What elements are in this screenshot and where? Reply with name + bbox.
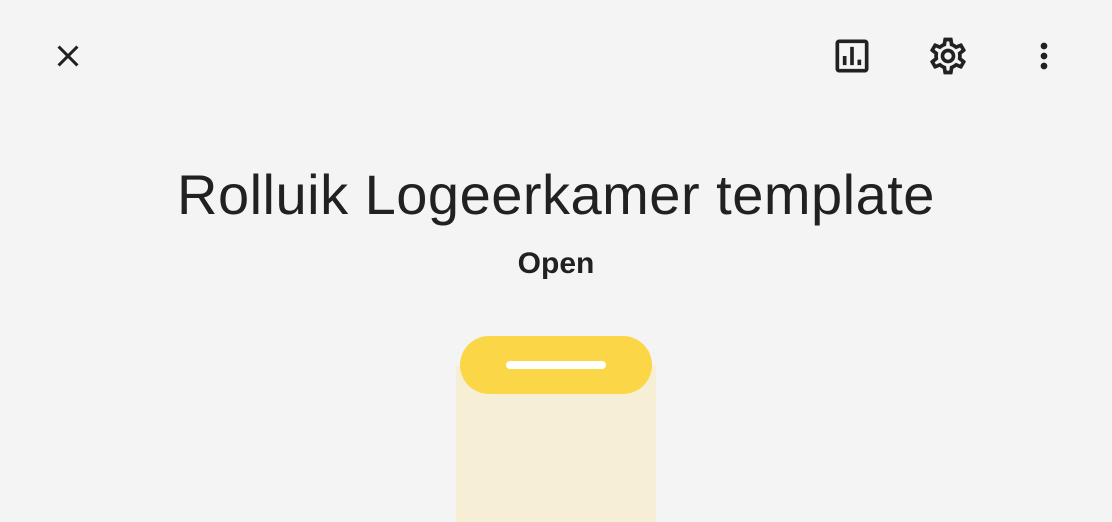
gear-icon [930, 37, 966, 75]
entity-title: Rolluik Logeerkamer template [177, 163, 935, 226]
cover-position-slider[interactable] [456, 336, 656, 522]
history-chart-icon [835, 39, 869, 73]
close-icon [57, 45, 79, 67]
history-button[interactable] [824, 28, 880, 84]
more-options-button[interactable] [1016, 28, 1072, 84]
cover-position-handle[interactable] [460, 336, 652, 394]
settings-button[interactable] [920, 28, 976, 84]
dialog-toolbar [0, 0, 1112, 112]
more-info-dialog: Rolluik Logeerkamer template Open [0, 0, 1112, 522]
entity-state: Open [517, 247, 595, 280]
more-vertical-icon [1040, 42, 1048, 70]
cover-handle-grip [506, 361, 606, 369]
close-button[interactable] [40, 28, 96, 84]
